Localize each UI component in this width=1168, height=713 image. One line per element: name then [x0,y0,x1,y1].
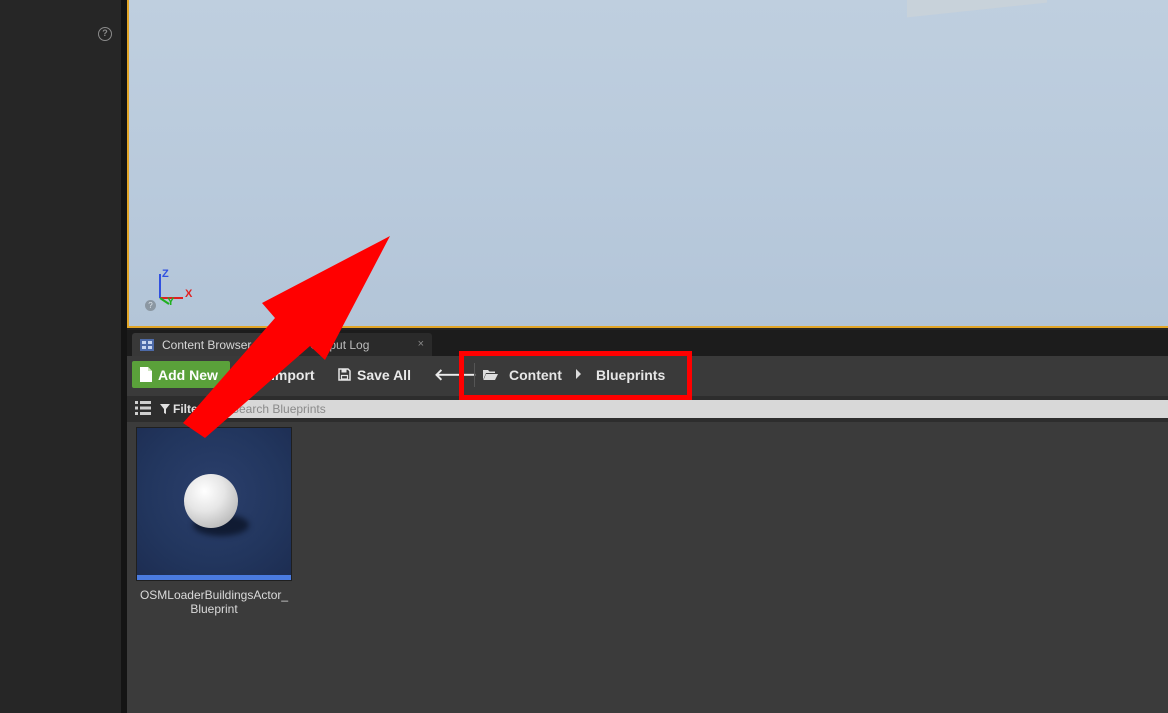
level-viewport[interactable]: Z X Y ? [127,0,1168,328]
save-all-button[interactable]: Save All [334,361,424,388]
add-new-button[interactable]: Add New [132,361,230,388]
tab-output-log[interactable]: Output Log × [280,333,432,356]
asset-view[interactable]: OSMLoaderBuildingsActor_ Blueprint [127,422,1168,713]
close-icon[interactable]: × [418,338,424,350]
axis-gizmo: Z X Y ? [143,268,203,316]
filter-icon [160,404,170,414]
viewport-help-icon[interactable]: ? [145,300,156,311]
axis-x-label: X [185,288,193,300]
asset-name[interactable]: OSMLoaderBuildingsActor_ Blueprint [127,588,301,616]
search-input[interactable]: Search Blueprints [225,400,1168,418]
save-all-label: Save All [357,366,411,383]
save-icon [338,368,351,381]
asset-type-bar [137,575,291,580]
asset-name-line2: Blueprint [190,602,238,616]
axis-y-label: Y [167,296,175,308]
new-file-icon [140,367,152,382]
import-label: Import [271,366,315,383]
viewport-mesh [907,0,1047,18]
axis-z-label: Z [162,268,169,280]
import-icon [252,368,264,382]
content-browser-icon [140,338,154,351]
annotation-highlight-box [459,351,692,400]
asset-tile[interactable] [136,427,292,581]
help-icon[interactable]: ? [98,27,112,41]
tab-content-browser[interactable]: Content Browser [132,333,280,356]
sphere-icon [184,474,238,528]
tab-content-browser-label: Content Browser [162,337,252,352]
filters-button[interactable]: Filters [160,400,209,418]
sources-toggle-icon[interactable] [135,401,151,415]
details-panel: ? [0,0,121,713]
tab-output-log-label: Output Log [310,337,370,352]
import-button[interactable]: Import [247,361,327,388]
asset-thumbnail [137,428,291,575]
history-back-button[interactable]: 🡐 [430,361,477,388]
filters-label: Filters [173,402,210,416]
asset-name-line1: OSMLoaderBuildingsActor_ [139,588,289,602]
output-log-icon [288,338,300,351]
add-new-label: Add New [158,366,218,383]
